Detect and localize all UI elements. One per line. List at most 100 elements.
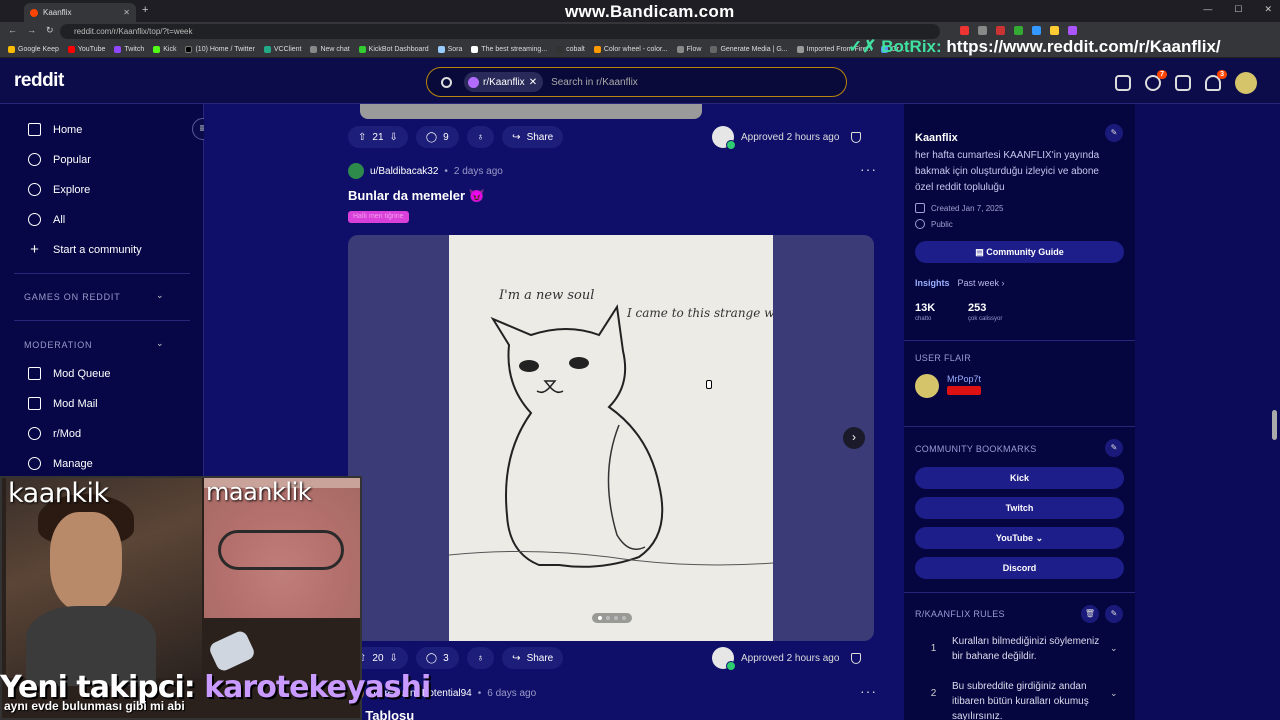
new-tab-icon[interactable]: + (142, 4, 148, 16)
reddit-favicon-icon (30, 8, 38, 17)
user-flair[interactable]: MrPop7t (915, 374, 981, 398)
window-controls: — ☐ ✕ (1203, 4, 1272, 15)
sidebar-item-mod-mail[interactable]: Mod Mail (28, 397, 98, 410)
bookmark-youtube-button[interactable]: YouTube ⌄ (915, 527, 1124, 549)
remove-chip-icon[interactable]: ✕ (529, 77, 537, 88)
share-icon: ↪ (512, 131, 521, 143)
sidebar-item-manage[interactable]: Manage (28, 457, 93, 470)
post-author[interactable]: u/Baldibacak32 (370, 166, 438, 177)
bookmark-item[interactable]: Sora (437, 45, 462, 53)
gallery-next-button[interactable]: › (843, 427, 865, 449)
author-avatar[interactable] (348, 163, 364, 179)
edit-pencil-icon[interactable]: ✎ (1105, 439, 1123, 457)
extension-icon[interactable] (1014, 26, 1023, 35)
notification-bell-icon[interactable]: 3 (1205, 70, 1227, 91)
rule-item[interactable]: 2 Bu subreddite girdiğiniz andan itibaren… (915, 679, 1124, 720)
chevron-down-icon[interactable]: ⌄ (156, 338, 164, 349)
trash-icon[interactable]: 🗑 (1081, 605, 1099, 623)
downvote-icon[interactable]: ⇩ (390, 653, 398, 664)
bookmark-item[interactable]: Google Keep (8, 45, 59, 53)
more-options-icon[interactable]: ··· (860, 683, 877, 699)
games-section-header[interactable]: GAMES ON REDDIT (24, 292, 121, 302)
extension-icon[interactable] (1050, 26, 1059, 35)
popular-icon (28, 153, 41, 166)
comments-button[interactable]: ◯ 3 (415, 647, 459, 669)
subreddit-chip[interactable]: r/Kaanflix ✕ (464, 72, 544, 92)
create-post-icon[interactable] (1175, 75, 1191, 91)
explore-icon (28, 183, 41, 196)
bookmark-twitch-button[interactable]: Twitch (915, 497, 1124, 519)
bookmark-item[interactable]: Color wheel - color... (593, 45, 668, 53)
maximize-icon[interactable]: ☐ (1234, 4, 1242, 15)
sidebar-item-mod-queue[interactable]: Mod Queue (28, 367, 110, 380)
search-bar[interactable]: r/Kaanflix ✕ Search in r/Kaanflix (426, 67, 847, 97)
bookmark-item[interactable]: The best streaming... (471, 45, 547, 53)
botrix-prefix: BotRix: (881, 37, 942, 56)
reddit-logo[interactable]: reddit (14, 70, 64, 92)
bookmark-item[interactable]: Twitch (114, 45, 144, 53)
cam2-label: maanklik (206, 478, 312, 506)
previous-post-image[interactable] (360, 104, 702, 119)
bookmark-item[interactable]: Kick (153, 45, 176, 53)
comments-button[interactable]: ◯ 9 (415, 126, 459, 148)
award-button[interactable]: ♁ (466, 647, 495, 669)
chevron-down-icon: ⌄ (1033, 533, 1044, 543)
sidebar-item-all[interactable]: All (28, 213, 65, 226)
rule-item[interactable]: 1 Kuralları bilmediğinizi söylemeniz bir … (915, 634, 1124, 664)
sidebar-item-start-community[interactable]: + Start a community (28, 242, 142, 257)
bookmark-item[interactable]: VCClient (263, 45, 301, 53)
approved-status: Approved 2 hours ago (712, 647, 839, 671)
address-bar[interactable]: reddit.com/r/Kaanflix/top/?t=week (60, 24, 940, 39)
community-guide-button[interactable]: ▤ Community Guide (915, 241, 1124, 263)
user-avatar[interactable] (1235, 72, 1257, 94)
minimize-icon[interactable]: — (1203, 4, 1212, 15)
close-tab-icon[interactable]: ✕ (123, 8, 130, 17)
sidebar-item-home[interactable]: Home (28, 123, 82, 136)
award-button[interactable]: ♁ (466, 126, 495, 148)
scrollbar[interactable] (1272, 410, 1277, 440)
extension-icon[interactable] (996, 26, 1005, 35)
post-flair[interactable]: Hallı meri tiğrine (348, 211, 409, 223)
sidebar-item-popular[interactable]: Popular (28, 153, 91, 166)
mod-shield-icon[interactable] (851, 132, 861, 143)
upvote-icon[interactable]: ⇧ (358, 132, 366, 143)
book-icon: ▤ (975, 247, 987, 257)
insights-period-dropdown[interactable]: Past week › (958, 278, 1005, 288)
extension-icon[interactable] (1032, 26, 1041, 35)
bookmark-item[interactable]: New chat (310, 45, 350, 53)
sidebar-item-rmod[interactable]: r/Mod (28, 427, 81, 440)
downvote-icon[interactable]: ⇩ (390, 132, 398, 143)
bookmark-item[interactable]: Flow (676, 45, 701, 53)
browser-tab[interactable]: Kaanflix ✕ (24, 3, 136, 22)
extension-icon[interactable] (978, 26, 987, 35)
bookmark-item[interactable]: cobalt (556, 45, 585, 53)
bookmark-item[interactable]: KickBot Dashboard (358, 45, 429, 53)
extension-icon[interactable] (1068, 26, 1077, 35)
bookmark-discord-button[interactable]: Discord (915, 557, 1124, 579)
bookmark-item[interactable]: (10) Home / Twitter (185, 45, 255, 53)
back-icon[interactable]: ← (8, 25, 17, 36)
bookmark-kick-button[interactable]: Kick (915, 467, 1124, 489)
share-button[interactable]: ↪ Share (502, 647, 564, 669)
chevron-down-icon[interactable]: ⌄ (156, 290, 164, 301)
bookmark-item[interactable]: YouTube (67, 45, 105, 53)
moderation-section-header[interactable]: MODERATION (24, 340, 92, 350)
chat-icon[interactable]: 7 (1145, 70, 1167, 91)
nav-buttons: ← → ↻ (8, 25, 54, 36)
mod-shield-icon[interactable] (851, 653, 861, 664)
search-input[interactable]: Search in r/Kaanflix (551, 77, 638, 88)
post-title[interactable]: Bunlar da memeler 😈 (348, 188, 485, 204)
share-button[interactable]: ↪ Share (502, 126, 564, 148)
reload-icon[interactable]: ↻ (46, 25, 54, 36)
reddit-header: reddit r/Kaanflix ✕ Search in r/Kaanflix… (0, 58, 1280, 104)
ad-icon[interactable] (1115, 75, 1131, 91)
bookmark-item[interactable]: Generate Media | G... (710, 45, 788, 53)
close-window-icon[interactable]: ✕ (1264, 4, 1272, 15)
extension-icon[interactable] (960, 26, 969, 35)
edit-pencil-icon[interactable]: ✎ (1105, 124, 1123, 142)
forward-icon[interactable]: → (27, 25, 36, 36)
more-options-icon[interactable]: ··· (860, 161, 877, 177)
sidebar-item-explore[interactable]: Explore (28, 183, 90, 196)
edit-pencil-icon[interactable]: ✎ (1105, 605, 1123, 623)
image-gallery[interactable]: I'm a new soul I came to this strange wo… (348, 235, 874, 641)
